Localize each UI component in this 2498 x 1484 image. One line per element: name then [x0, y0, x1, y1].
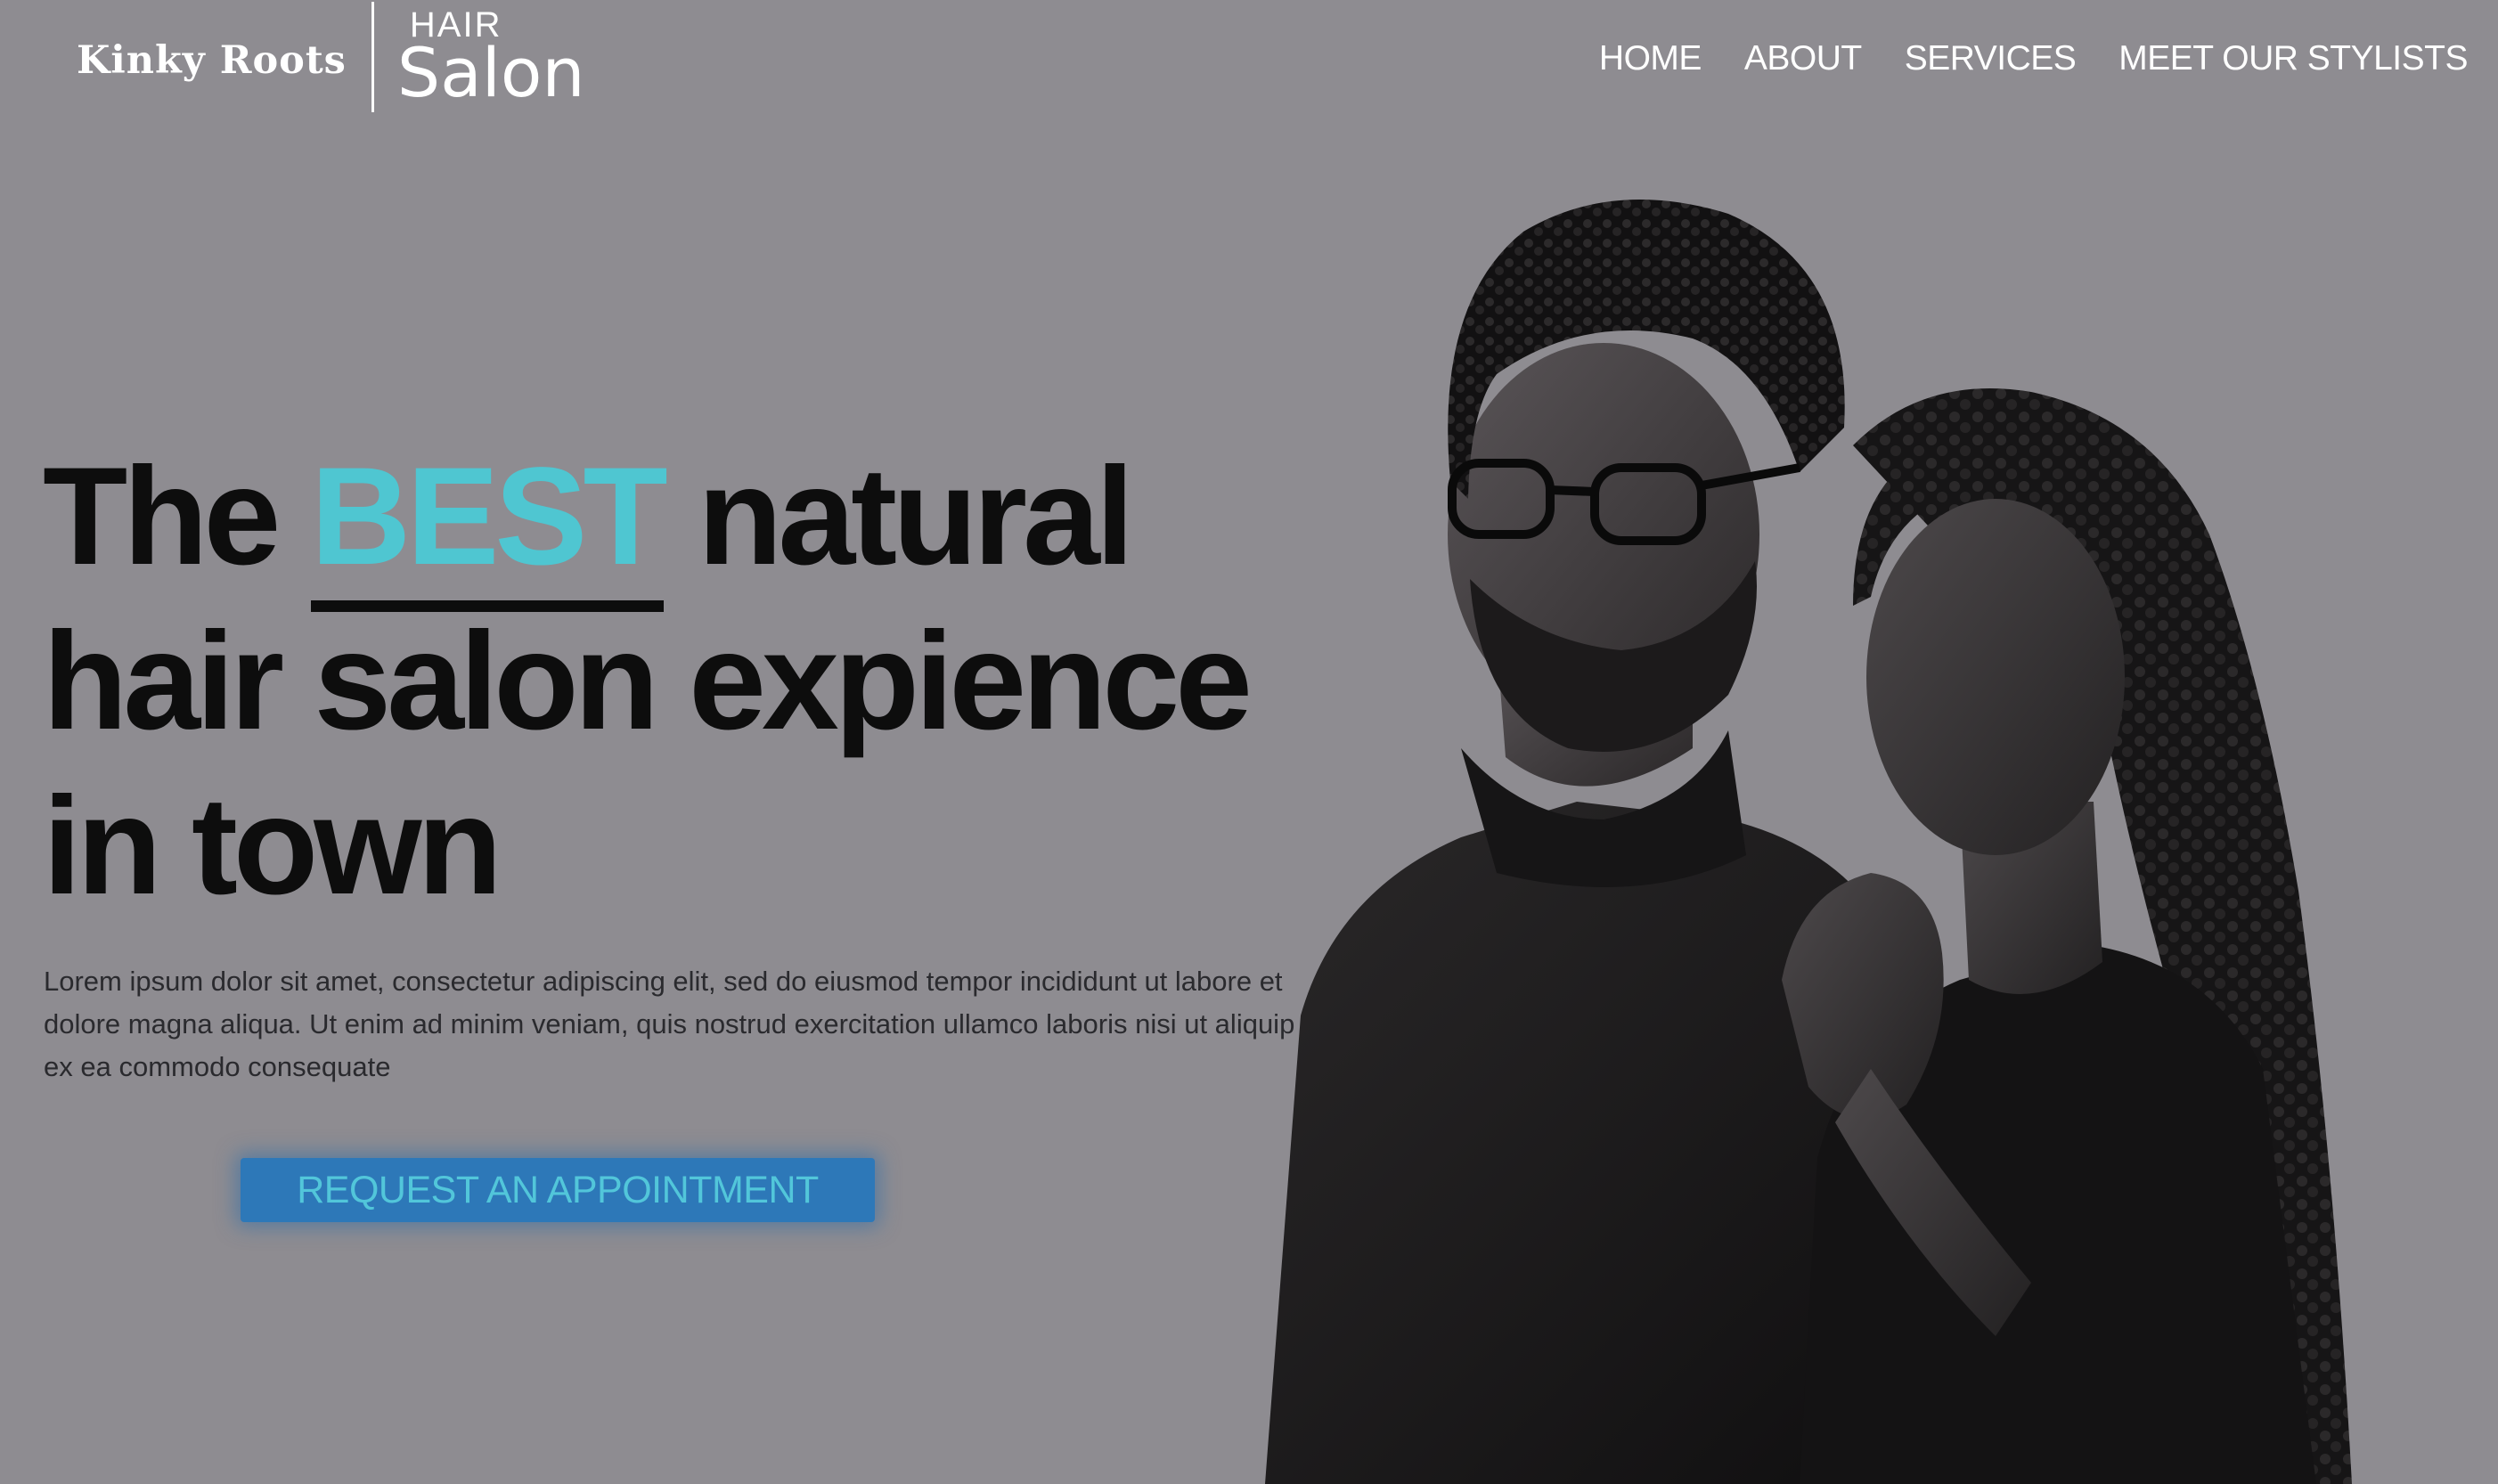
- logo-wordmark: HAIR Salon: [397, 7, 585, 107]
- nav-about[interactable]: ABOUT: [1744, 39, 1862, 78]
- main-nav: HOME ABOUT SERVICES MEET OUR STYLISTS: [1599, 39, 2469, 78]
- headline-pre: The: [43, 439, 311, 594]
- hero-body-text: Lorem ipsum dolor sit amet, consectetur …: [44, 966, 1295, 1082]
- logo-name: Kinky Roots: [77, 38, 347, 83]
- hero-headline: The BEST natural hair salon expience in …: [43, 435, 1290, 929]
- request-appointment-button[interactable]: REQUEST AN APPOINTMENT: [241, 1158, 875, 1222]
- logo-salon-text: Salon: [396, 33, 585, 112]
- landing-page: Kinky Roots HAIR Salon HOME ABOUT SERVIC…: [0, 0, 2498, 1484]
- nav-services[interactable]: SERVICES: [1905, 39, 2077, 78]
- logo-divider: [371, 2, 374, 112]
- logo[interactable]: Kinky Roots HAIR Salon: [77, 0, 585, 114]
- nav-home[interactable]: HOME: [1599, 39, 1702, 78]
- nav-meet-our-stylists[interactable]: MEET OUR STYLISTS: [2118, 39, 2468, 78]
- hero-image: [1265, 200, 2352, 1484]
- woman-face: [1866, 499, 2125, 855]
- headline-accent: BEST: [310, 435, 668, 612]
